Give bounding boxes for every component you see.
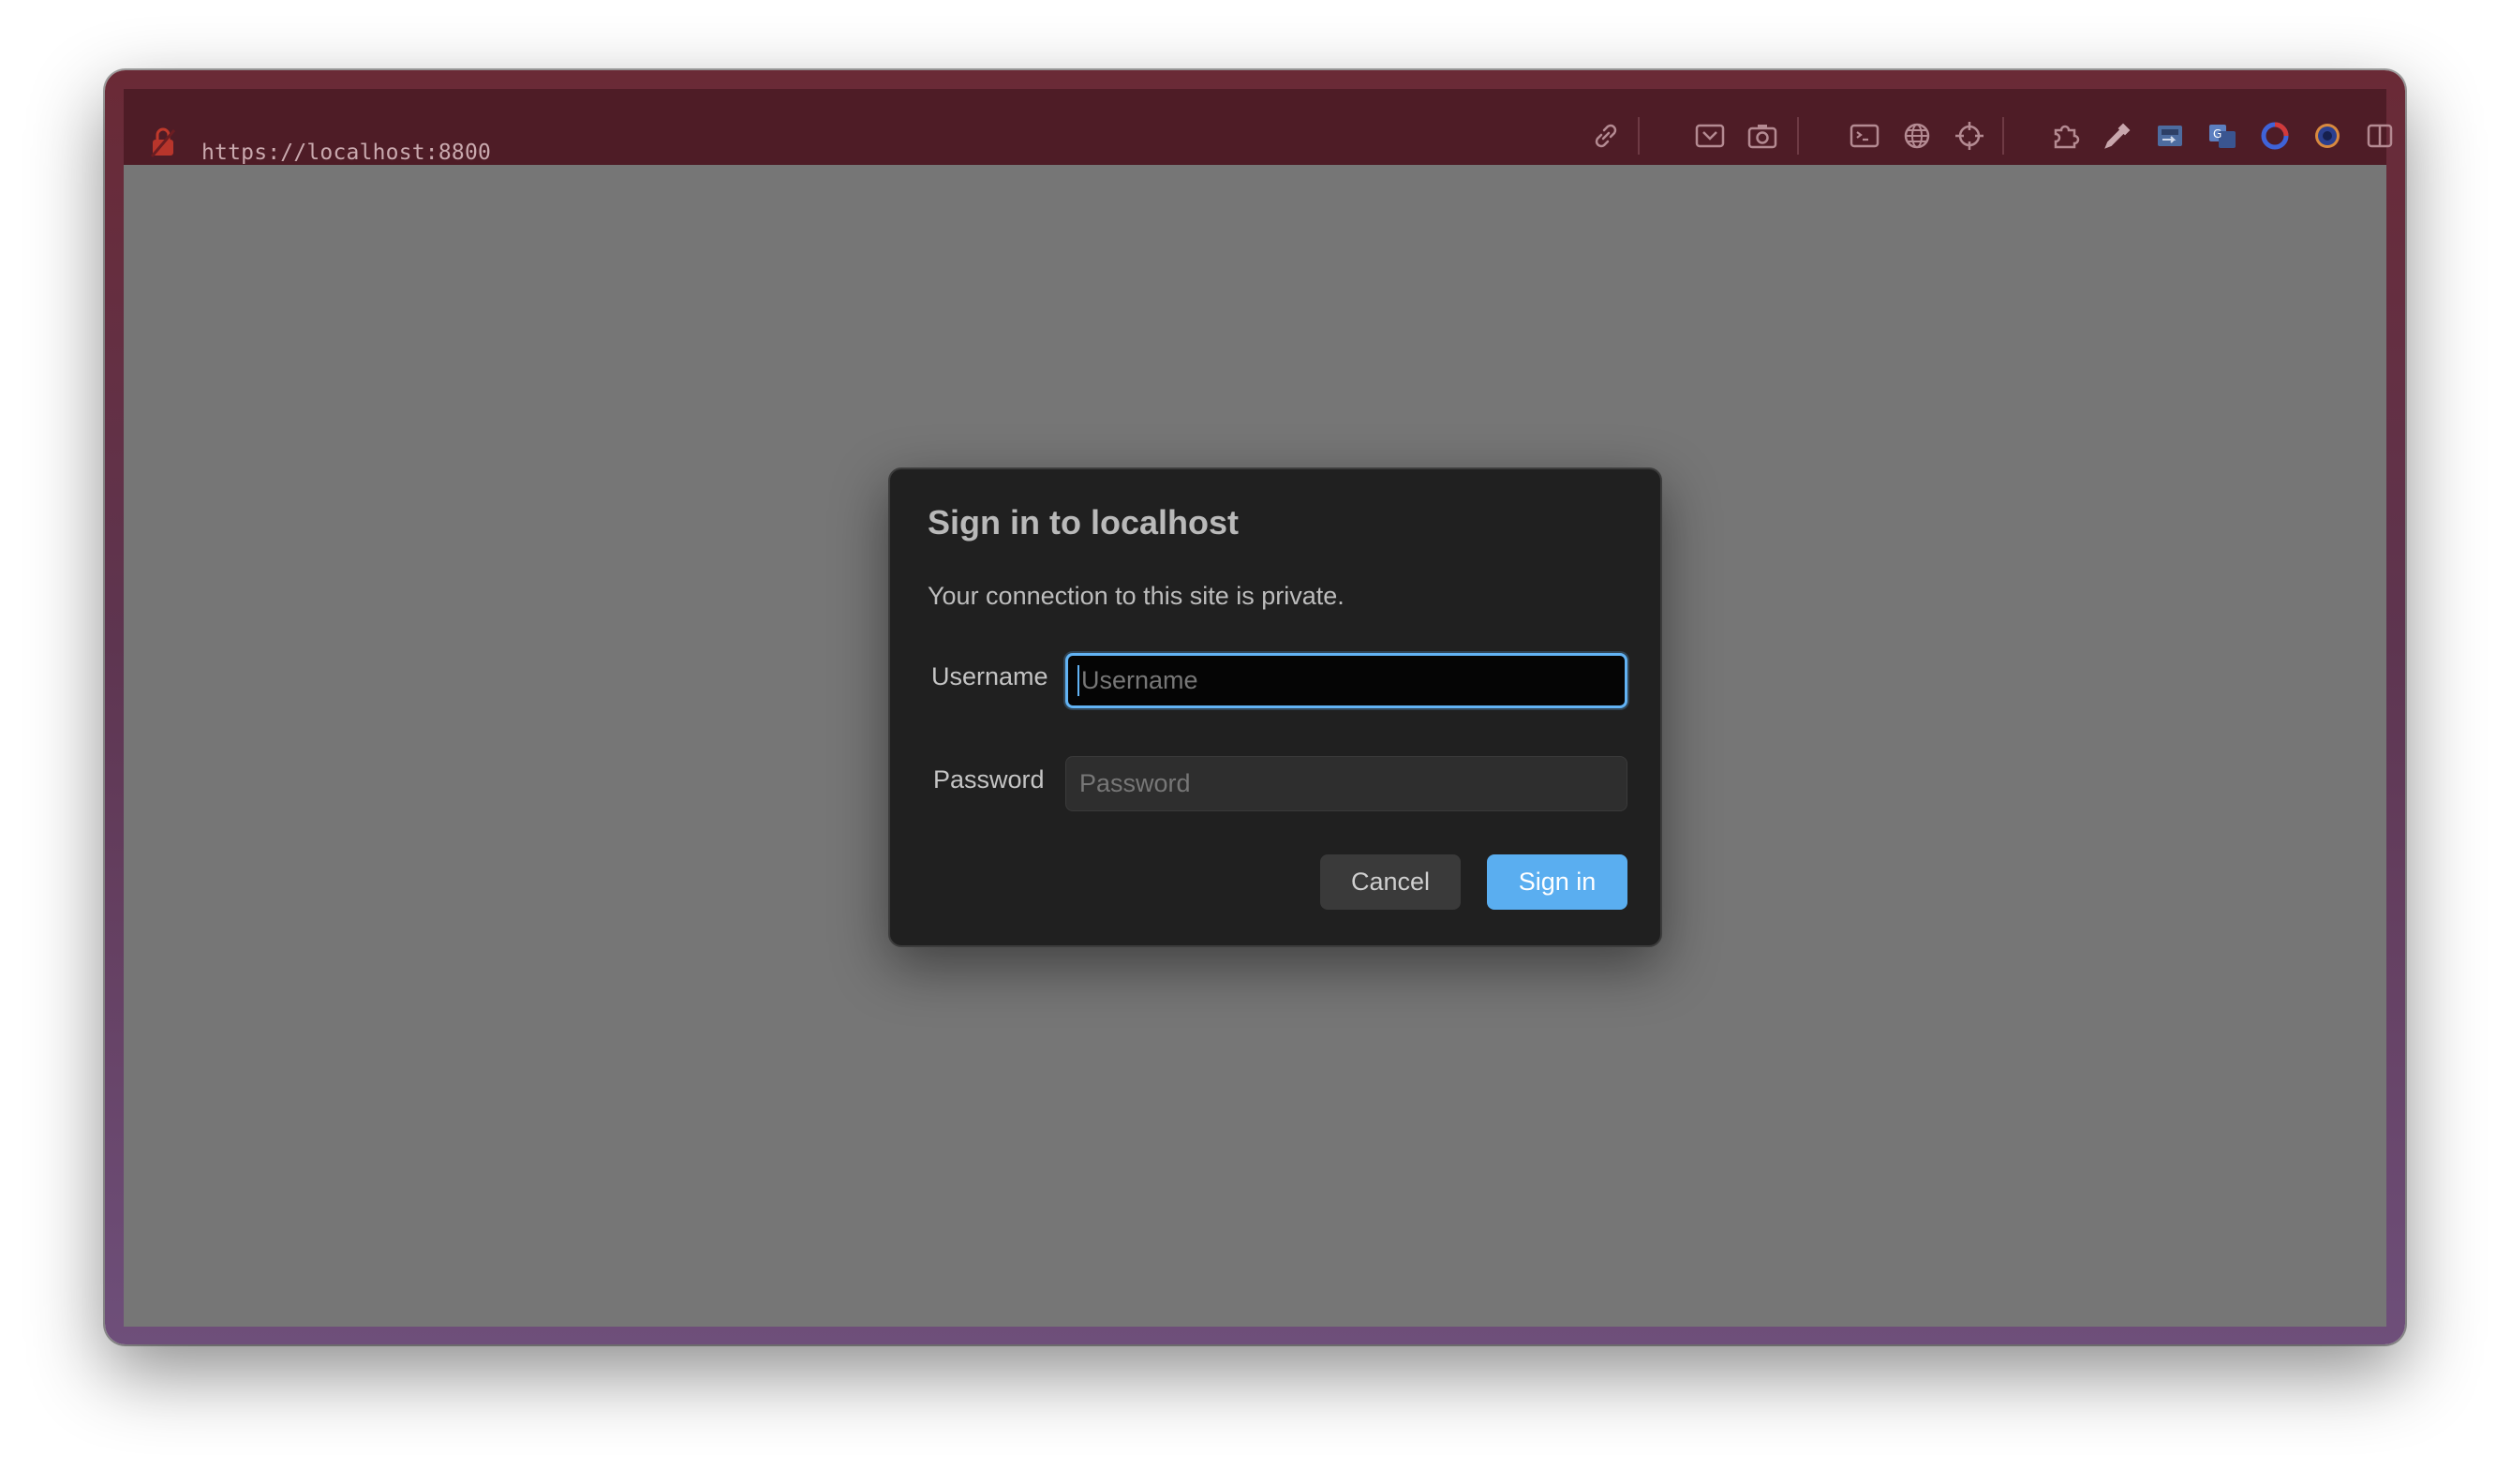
sidebar-icon[interactable] (2361, 117, 2399, 155)
sign-in-dialog: Sign in to localhost Your connection to … (888, 467, 1662, 947)
username-label: Username (931, 662, 1048, 690)
insecure-lock-icon[interactable] (150, 126, 176, 158)
toolbar-divider (1638, 117, 1640, 155)
dialog-subtitle: Your connection to this site is private. (928, 582, 1345, 610)
cancel-button[interactable]: Cancel (1320, 854, 1461, 910)
qr-code-icon[interactable] (1691, 117, 1729, 155)
terminal-icon[interactable] (1846, 117, 1883, 155)
page-viewport: Sign in to localhost Your connection to … (124, 165, 2386, 1327)
svg-text:G: G (2213, 127, 2221, 141)
eyedropper-icon[interactable] (2099, 117, 2136, 155)
username-input[interactable] (1065, 653, 1627, 708)
extension-icon[interactable] (2151, 117, 2189, 155)
puzzle-icon[interactable] (2046, 117, 2084, 155)
text-caret (1077, 665, 1079, 696)
globe-icon[interactable] (1898, 117, 1936, 155)
browser-window: https://localhost:8800 G Sign in to loca… (105, 70, 2405, 1344)
circle-extension-icon[interactable] (2256, 117, 2294, 155)
camera-icon[interactable] (1744, 117, 1781, 155)
translate-icon[interactable]: G (2204, 117, 2241, 155)
password-label: Password (933, 765, 1045, 794)
sign-in-button[interactable]: Sign in (1487, 854, 1627, 910)
password-input[interactable] (1065, 756, 1627, 811)
record-icon[interactable] (2309, 117, 2346, 155)
toolbar-divider (2002, 117, 2004, 155)
toolbar-divider (1797, 117, 1799, 155)
crosshair-icon[interactable] (1951, 117, 1988, 155)
dialog-title: Sign in to localhost (928, 503, 1239, 542)
link-icon[interactable] (1587, 117, 1625, 155)
